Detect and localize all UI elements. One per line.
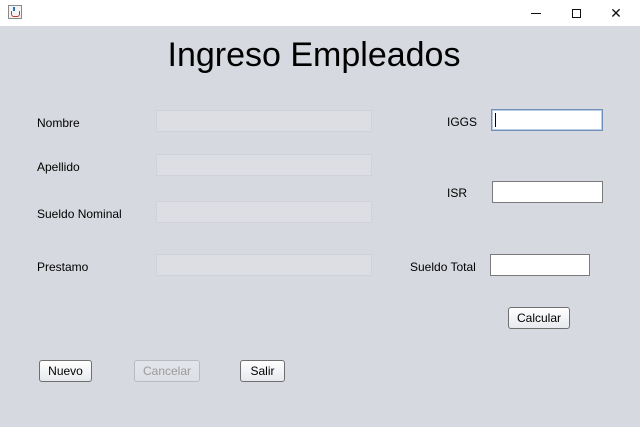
nuevo-button[interactable]: Nuevo [39,360,92,382]
sueldo-nominal-label: Sueldo Nominal [37,207,122,221]
form-panel: Ingreso Empleados Nombre Apellido Sueldo… [0,26,640,427]
sueldo-total-field[interactable] [490,254,590,276]
calcular-button[interactable]: Calcular [508,307,570,329]
java-cup-icon [8,5,22,19]
form-title: Ingreso Empleados [167,36,461,74]
sueldo-nominal-field[interactable] [156,201,372,223]
minimize-icon [531,12,541,14]
sueldo-total-label: Sueldo Total [410,260,476,274]
maximize-button[interactable] [556,0,596,26]
nombre-label: Nombre [37,116,80,130]
nombre-field[interactable] [156,110,372,132]
minimize-button[interactable] [516,0,556,26]
title-bar: ✕ [0,0,640,26]
close-button[interactable]: ✕ [596,0,636,26]
maximize-icon [571,8,581,18]
close-icon: ✕ [610,4,622,21]
iggs-field[interactable] [491,109,603,131]
isr-field[interactable] [492,181,603,203]
prestamo-field[interactable] [156,254,372,276]
text-caret [495,113,496,127]
isr-label: ISR [447,186,468,200]
salir-button[interactable]: Salir [240,360,285,382]
prestamo-label: Prestamo [37,260,89,274]
cancelar-button[interactable]: Cancelar [134,360,200,382]
apellido-label: Apellido [37,160,80,174]
iggs-label: IGGS [447,115,478,129]
apellido-field[interactable] [156,154,372,176]
